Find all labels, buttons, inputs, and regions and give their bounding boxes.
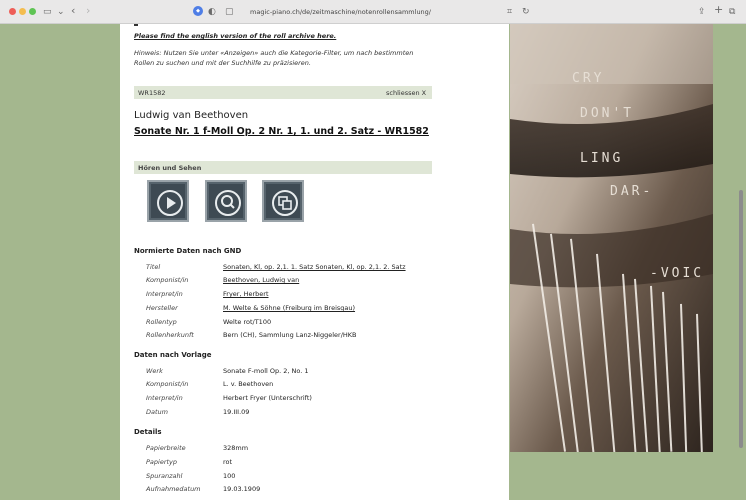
gnd-value-composer-link[interactable]: Beethoven, Ludwig van [223,276,299,284]
english-version-link[interactable]: Please find the english version of the r… [134,32,336,40]
close-window-button[interactable] [9,8,16,15]
gnd-label-performer: Interpret/in [146,290,183,298]
vorlage-label-performer: Interpret/in [146,394,183,402]
extension-icon[interactable]: ◆ [193,6,203,16]
details-label-paper-type: Papiertyp [146,458,178,466]
gallery-button[interactable] [262,180,304,222]
gnd-heading: Normierte Daten nach GND [134,247,242,255]
sidebar-icon[interactable]: ▭ [43,5,52,19]
roll-text-2: DON'T [580,106,635,121]
vorlage-heading: Daten nach Vorlage [134,351,212,359]
forward-arrow-icon[interactable]: › [86,4,90,18]
vorlage-value-performer: Herbert Fryer (Unterschrift) [223,394,312,402]
gnd-value-performer-link[interactable]: Fryer, Herbert [223,290,269,298]
tab-overview-icon[interactable]: ⧉ [729,5,735,19]
details-label-track-count: Spuranzahl [146,472,183,480]
details-heading: Details [134,428,162,436]
play-icon [157,190,183,216]
copy-icon [272,190,298,216]
composer-name: Ludwig van Beethoven [134,110,249,121]
record-id: WR1582 [138,89,166,97]
gnd-value-provenance: Bern (CH), Sammlung Lanz-Niggeler/HKB [223,331,357,339]
record-title: Sonate Nr. 1 f-Moll Op. 2 Nr. 1, 1. und … [134,126,429,137]
page-menu-icon[interactable]: ▢ [225,5,234,19]
details-value-track-count: 100 [223,472,236,480]
minimize-window-button[interactable] [19,8,26,15]
share-icon[interactable]: ⇪ [698,5,706,19]
view-roll-button[interactable] [205,180,247,222]
zoom-window-button[interactable] [29,8,36,15]
gnd-value-roll-type: Welte rot/T100 [223,318,272,326]
cut-off-text [134,24,138,26]
chevron-down-icon[interactable]: ⌄ [57,5,65,19]
close-record-button[interactable]: schliessen X [386,89,426,97]
new-tab-icon[interactable]: + [714,3,723,17]
translate-icon[interactable]: ⌗ [507,5,512,19]
hint-text-line2: Rollen zu suchen und mit der Suchhilfe z… [134,59,311,67]
roll-text-5: -VOIC [650,266,705,281]
roll-text-1: CRY [572,71,605,86]
browser-toolbar: ▭ ⌄ ‹ › ◆ ◐ ▢ magic-piano.ch/de/zeitmasc… [0,0,746,24]
gnd-label-provenance: Rollenherkunft [146,331,194,339]
page-scrollbar[interactable] [739,190,743,448]
gnd-label-composer: Komponist/in [146,276,189,284]
gnd-value-title-link[interactable]: Sonaten, Kl, op. 2,1. 1. Satz Sonaten, K… [223,263,406,271]
roll-text-3: LING [580,151,624,166]
vorlage-label-composer: Komponist/in [146,380,189,388]
gnd-label-title: Titel [146,263,161,271]
piano-roll-image [510,24,713,452]
gnd-label-roll-type: Rollentyp [146,318,177,326]
details-label-paper-width: Papierbreite [146,444,186,452]
vorlage-label-date: Datum [146,408,168,416]
details-value-paper-type: rot [223,458,233,466]
piano-roll-photo: CRY DON'T LING DAR- -VOIC [510,24,713,452]
vorlage-value-composer: L. v. Beethoven [223,380,274,388]
refresh-icon[interactable]: ↻ [522,5,530,19]
vorlage-value-date: 19.III.09 [223,408,250,416]
privacy-shield-icon[interactable]: ◐ [208,5,216,19]
gnd-value-manufacturer-link[interactable]: M. Welte & Söhne (Freiburg im Breisgau) [223,304,355,312]
hint-text-line1: Hinweis: Nutzen Sie unter «Anzeigen» auc… [134,49,414,57]
vorlage-label-work: Werk [146,367,163,375]
address-bar[interactable]: magic-piano.ch/de/zeitmaschine/notenroll… [250,5,460,19]
gnd-label-manufacturer: Hersteller [146,304,178,312]
details-label-recording-date: Aufnahmedatum [146,485,201,493]
search-icon [215,190,241,216]
vorlage-value-work: Sonate F-moll Op. 2, No. 1 [223,367,309,375]
play-button[interactable] [147,180,189,222]
back-arrow-icon[interactable]: ‹ [71,4,75,18]
details-value-recording-date: 19.03.1909 [223,485,261,493]
details-value-paper-width: 328mm [223,444,249,452]
media-heading: Hören und Sehen [138,164,202,172]
roll-text-4: DAR- [610,184,654,199]
